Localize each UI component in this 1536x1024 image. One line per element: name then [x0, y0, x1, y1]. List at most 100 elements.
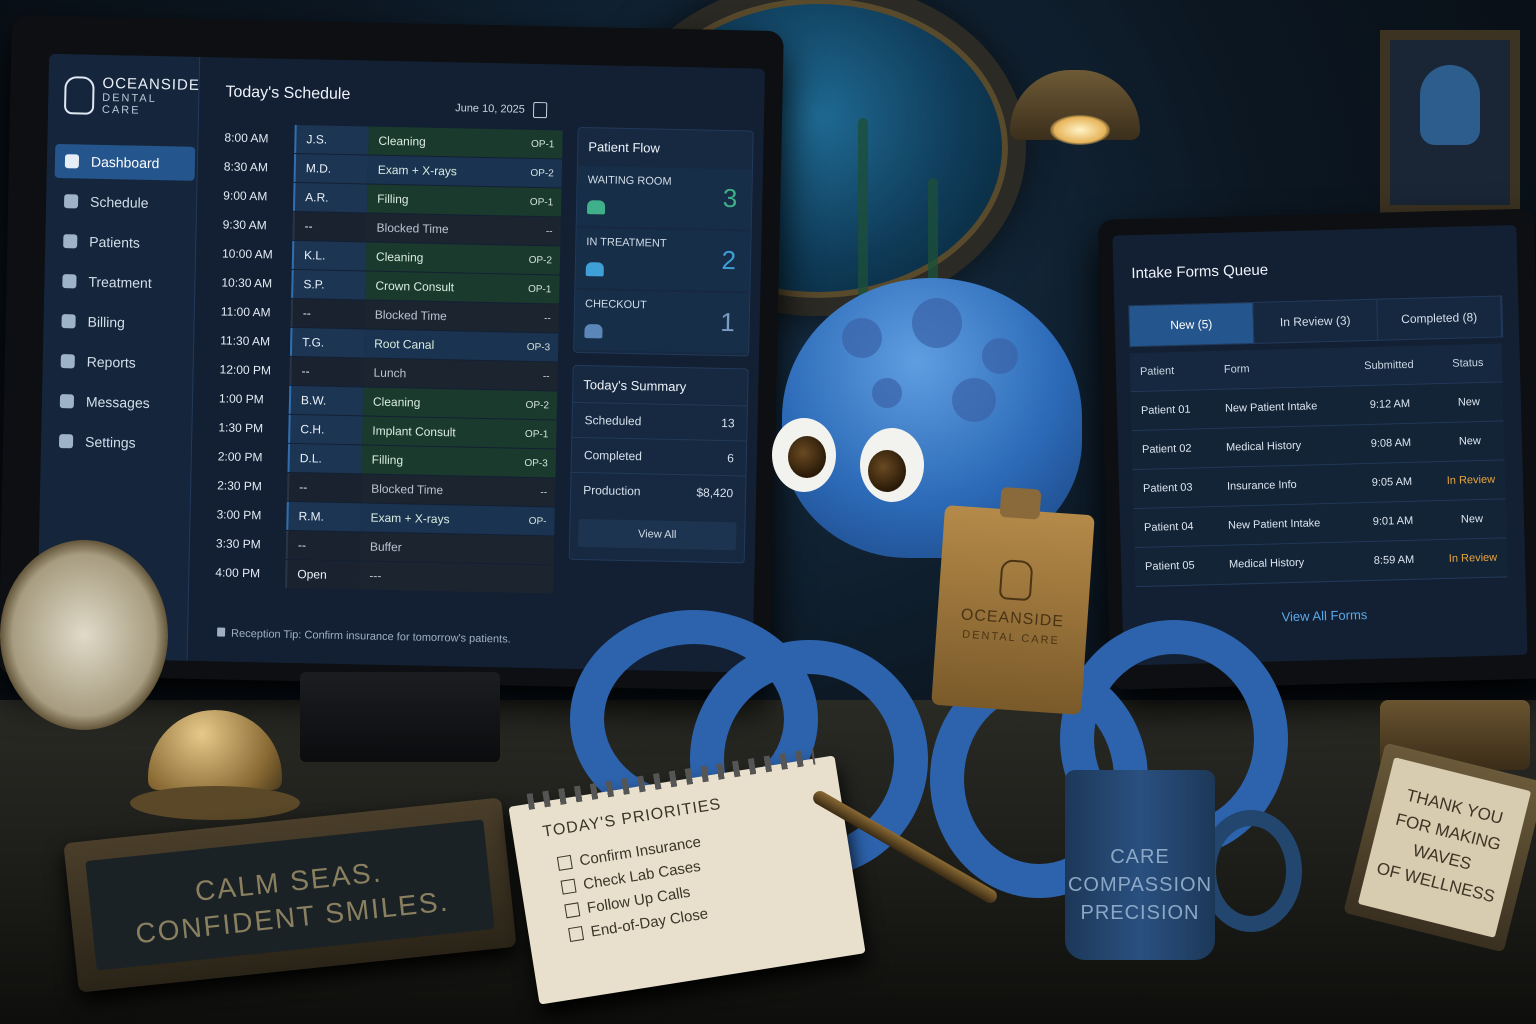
cell-submitted: 9:12 AM [1369, 397, 1411, 411]
column-header: Form [1223, 363, 1250, 376]
slot-procedure: Buffer [369, 539, 402, 555]
tab-in-review[interactable]: In Review (3) [1253, 299, 1379, 343]
status-badge: In Review [1448, 551, 1498, 565]
flow-label: IN TREATMENT [586, 236, 667, 250]
waiting-room-card[interactable]: WAITING ROOM 3 [576, 165, 752, 230]
slot-patient: -- [289, 356, 364, 387]
column-header: Patient [1139, 365, 1175, 378]
cell-patient: Patient 04 [1143, 520, 1194, 534]
tooth-icon [62, 274, 77, 289]
cell-patient: Patient 05 [1144, 559, 1195, 573]
sidebar-item-label: Reports [86, 353, 136, 371]
cell-form: Medical History [1225, 439, 1302, 454]
cell-patient: Patient 03 [1142, 481, 1193, 495]
slot-procedure: Cleaning [375, 249, 424, 265]
in-treatment-card[interactable]: IN TREATMENT 2 [575, 227, 751, 292]
lamp-light [1050, 115, 1110, 145]
slot-time: 11:30 AM [220, 333, 271, 349]
sidebar-item-reports[interactable]: Reports [50, 344, 191, 381]
table-row[interactable]: Patient 05 Medical History 8:59 AM In Revie… [1134, 538, 1508, 588]
slot-patient: S.P. [291, 269, 366, 300]
patient-flow-title: Patient Flow [588, 138, 661, 156]
sidebar-item-treatment[interactable]: Treatment [52, 264, 193, 301]
sidebar-item-settings[interactable]: Settings [49, 424, 190, 461]
cell-form: New Patient Intake [1224, 400, 1318, 415]
operatory-select[interactable]: OP-3 [524, 457, 548, 468]
checkout-card[interactable]: CHECKOUT 1 [574, 289, 750, 354]
cell-form: Medical History [1228, 556, 1305, 571]
slot-patient: R.M. [286, 501, 361, 532]
intake-title: Intake Forms Queue [1131, 261, 1269, 283]
priority-list: Confirm Insurance Check Lab Cases Follow… [556, 830, 714, 947]
operatory-select: -- [542, 370, 550, 382]
tab-new[interactable]: New (5) [1129, 302, 1255, 347]
sidebar-item-patients[interactable]: Patients [53, 224, 194, 261]
slot-patient: -- [286, 472, 362, 503]
slot-time: 11:00 AM [220, 304, 271, 320]
cell-submitted: 9:08 AM [1370, 436, 1412, 450]
dashboard-icon [64, 154, 80, 169]
calendar-icon [63, 194, 79, 209]
calendar-icon[interactable] [532, 101, 548, 119]
slot-time: 8:00 AM [224, 130, 269, 146]
schedule-table: 8:00 AM J.S. Cleaning OP-1 8:30 AM M.D. Exam … [203, 123, 563, 594]
sidebar-item-label: Dashboard [90, 153, 160, 172]
sidebar-item-label: Treatment [88, 273, 152, 291]
checkbox-icon [560, 878, 577, 895]
operatory-select[interactable]: OP-1 [531, 138, 555, 149]
sidebar-item-schedule[interactable]: Schedule [54, 184, 195, 221]
operatory-select: -- [543, 312, 551, 324]
sidebar-item-billing[interactable]: Billing [51, 304, 192, 341]
slot-time: 3:00 PM [216, 507, 262, 523]
operatory-select[interactable]: OP-2 [529, 254, 553, 265]
view-all-button[interactable]: View All [577, 518, 737, 551]
sidebar-nav: Dashboard Schedule Patients Treatment Bi… [49, 143, 196, 467]
flow-label: WAITING ROOM [587, 174, 672, 188]
slot-procedure: Root Canal [374, 336, 435, 352]
tab-completed[interactable]: Completed (8) [1377, 296, 1503, 340]
summary-title: Today's Summary [583, 376, 687, 394]
people-icon [585, 262, 604, 277]
cell-patient: Patient 02 [1141, 442, 1192, 456]
sidebar-item-label: Settings [84, 433, 136, 451]
slot-patient: Open [285, 559, 360, 590]
intake-tabs: New (5) In Review (3) Completed (8) [1128, 295, 1504, 348]
operatory-select[interactable]: OP-1 [525, 428, 549, 439]
mug-line3: PRECISION [1080, 902, 1200, 924]
tooth-logo-icon [63, 75, 95, 115]
checkbox-icon [556, 854, 573, 871]
lock-icon [217, 627, 226, 637]
billing-icon [61, 314, 76, 329]
operatory-select[interactable]: OP-2 [525, 399, 549, 410]
octopus-eye [860, 428, 924, 502]
operatory-select[interactable]: OP-1 [530, 196, 554, 207]
summary-row: Completed 6 [571, 436, 747, 476]
operatory-select[interactable]: OP-3 [527, 341, 551, 352]
gear-icon [58, 434, 74, 449]
operatory-select[interactable]: OP-1 [528, 283, 552, 294]
sidebar-item-messages[interactable]: Messages [50, 384, 191, 421]
slot-procedure: Blocked Time [374, 307, 447, 324]
schedule-date: June 10, 2025 [455, 102, 525, 116]
slot-patient: D.L. [287, 443, 363, 474]
slot-procedure: Lunch [373, 365, 407, 381]
slot-time: 3:30 PM [215, 536, 261, 552]
schedule-row[interactable]: 4:00 PM Open --- [203, 558, 554, 594]
operatory-select[interactable]: OP- [529, 515, 547, 526]
slot-patient: J.S. [294, 124, 369, 155]
status-badge: In Review [1446, 473, 1496, 487]
reports-icon [60, 354, 75, 369]
operatory-select[interactable]: OP-2 [530, 167, 554, 178]
schedule-panel: Today's Schedule June 10, 2025 8:00 AM J.… [202, 57, 565, 668]
slot-time: 9:30 AM [222, 217, 267, 233]
intake-monitor: Intake Forms Queue New (5) In Review (3)… [1098, 208, 1536, 690]
summary-value: 13 [721, 415, 735, 431]
status-badge: New [1457, 396, 1481, 409]
tooth-icon [1420, 65, 1480, 145]
summary-label: Scheduled [584, 413, 642, 429]
slot-time: 9:00 AM [223, 188, 268, 204]
sidebar-item-dashboard[interactable]: Dashboard [54, 143, 196, 181]
summary-row: Scheduled 13 [572, 401, 747, 441]
column-header: Submitted [1363, 358, 1414, 373]
slot-time: 1:00 PM [218, 391, 264, 407]
